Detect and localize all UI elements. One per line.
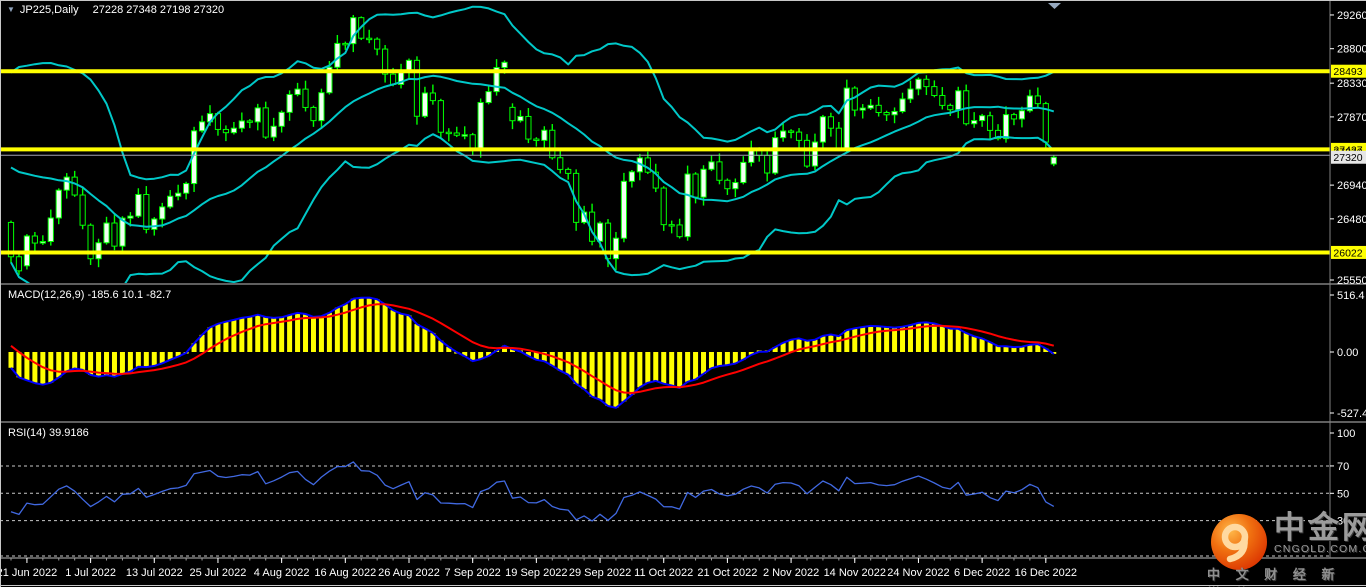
price-tick-label: 28330 bbox=[1337, 78, 1366, 90]
rsi-scale-label: 100 bbox=[1337, 428, 1355, 440]
date-tick-label: 14 Nov 2022 bbox=[824, 567, 886, 579]
chevron-down-icon: ▼ bbox=[7, 5, 15, 14]
date-tick-label: 21 Oct 2022 bbox=[697, 567, 757, 579]
macd-scale-label: 0.00 bbox=[1337, 347, 1358, 359]
rsi-scale-label: 50 bbox=[1337, 488, 1349, 500]
date-tick-label: 16 Dec 2022 bbox=[1015, 567, 1077, 579]
macd-indicator-label: MACD(12,26,9) -185.6 10.1 -82.7 bbox=[8, 289, 171, 301]
macd-scale-label: 516.4 bbox=[1337, 290, 1365, 302]
date-tick-label: 4 Aug 2022 bbox=[254, 567, 310, 579]
level-price-badge-label: 26022 bbox=[1333, 247, 1362, 259]
date-tick-label: 21 Jun 2022 bbox=[0, 567, 57, 579]
watermark-slogan: 中 文 财 经 新 媒 体 bbox=[1207, 564, 1366, 587]
price-tick-label: 26940 bbox=[1337, 180, 1366, 192]
price-tick-label: 27870 bbox=[1337, 112, 1366, 124]
price-tick-label: 25550 bbox=[1337, 275, 1366, 287]
date-tick-label: 7 Sep 2022 bbox=[445, 567, 501, 579]
level-price-badge-label: 28493 bbox=[1333, 66, 1362, 78]
price-tick-label: 26480 bbox=[1337, 214, 1366, 226]
price-tick-label: 29260 bbox=[1337, 10, 1366, 22]
macd-scale-label: -527.4 bbox=[1337, 408, 1366, 420]
date-tick-label: 26 Aug 2022 bbox=[378, 567, 440, 579]
date-tick-label: 16 Aug 2022 bbox=[314, 567, 376, 579]
rsi-scale-label: 70 bbox=[1337, 461, 1349, 473]
price-tick-label: 28800 bbox=[1337, 44, 1366, 56]
mt4-chart-window: 29260 28800 28330 27870 26940 26480 25550 28493… bbox=[0, 0, 1366, 587]
date-tick-label: 29 Sep 2022 bbox=[569, 567, 631, 579]
watermark-domain: CNGOLD.COM.CN bbox=[1274, 543, 1366, 555]
rsi-indicator-label: RSI(14) 39.9186 bbox=[8, 427, 89, 439]
watermark-cn-name: 中金网 bbox=[1274, 511, 1366, 545]
date-tick-label: 11 Oct 2022 bbox=[634, 567, 693, 579]
date-tick-label: 25 Jul 2022 bbox=[190, 567, 247, 579]
date-tick-label: 24 Nov 2022 bbox=[887, 567, 949, 579]
chart-canvas[interactable]: 29260 28800 28330 27870 26940 26480 25550 28493… bbox=[0, 0, 1366, 587]
date-tick-label: 19 Sep 2022 bbox=[505, 567, 567, 579]
ohlc-values: 27228 27348 27198 27320 bbox=[93, 4, 225, 16]
symbol-quote-line: ▼ JP225,Daily 27228 27348 27198 27320 bbox=[7, 4, 224, 16]
current-price-badge-label: 27320 bbox=[1333, 152, 1362, 164]
date-tick-label: 1 Jul 2022 bbox=[65, 567, 116, 579]
date-tick-label: 2 Nov 2022 bbox=[763, 567, 819, 579]
date-tick-label: 13 Jul 2022 bbox=[126, 567, 183, 579]
symbol-timeframe: JP225,Daily bbox=[20, 4, 79, 16]
date-tick-label: 6 Dec 2022 bbox=[954, 567, 1010, 579]
